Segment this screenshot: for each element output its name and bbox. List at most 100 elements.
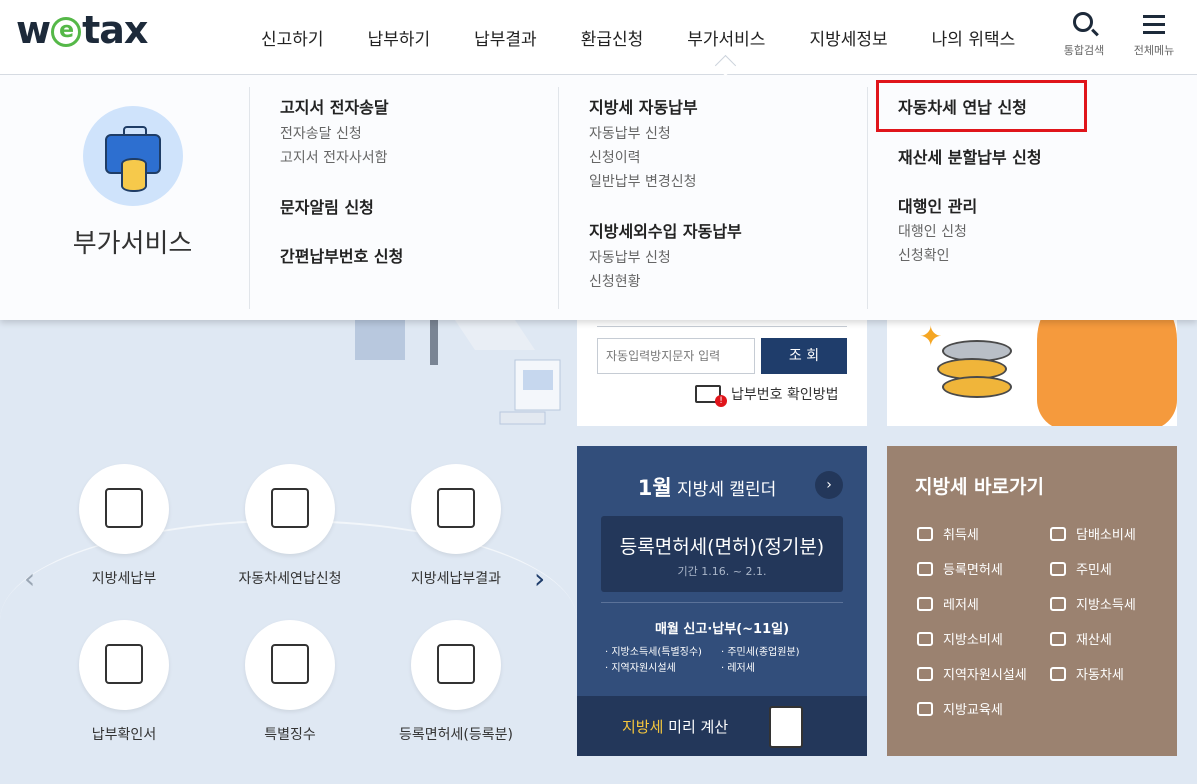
acquisition-icon <box>917 526 933 541</box>
logo-e-icon: e <box>51 17 82 47</box>
menu-car-tax-annual[interactable]: 자동차세 연납 신청 <box>898 94 1027 118</box>
bicycle-icon <box>917 596 933 611</box>
menu-agent-confirm[interactable]: 신청확인 <box>898 245 950 265</box>
shortcut-resource[interactable]: 지역자원시설세 <box>917 664 1027 683</box>
person-icon <box>1050 561 1066 576</box>
hero-illustration <box>345 320 567 435</box>
menu-agent-management[interactable]: 대행인 관리 <box>898 193 977 217</box>
mega-menu-dropdown: 부가서비스 고지서 전자송달 전자송달 신청 고지서 전자사서함 문자알림 신청… <box>0 75 1197 320</box>
mega-menu-title: 부가서비스 <box>72 229 193 259</box>
shortcut-leisure[interactable]: 레저세 <box>917 594 979 613</box>
service-label: 납부확인서 <box>91 727 157 743</box>
cigarette-icon <box>1050 526 1066 541</box>
service-car-tax-annual[interactable]: 자동차세연납신청 <box>205 464 375 588</box>
service-registration-tax[interactable]: 등록면허세(등록분) <box>371 620 541 744</box>
carousel-prev-button[interactable]: ‹ <box>24 562 35 595</box>
shortcut-education[interactable]: 지방교육세 <box>917 699 1003 718</box>
menu-e-delivery[interactable]: 고지서 전자송달 <box>280 94 389 118</box>
main-nav: 신고하기 납부하기 납부결과 환급신청 부가서비스 지방세정보 나의 위택스 <box>239 0 1037 75</box>
input-underline <box>597 326 847 327</box>
integrated-search-button[interactable]: 통합검색 <box>1056 10 1112 58</box>
list-item: · 지방소득세(특별징수) <box>605 647 702 658</box>
hand-receipt-icon <box>79 620 169 710</box>
shortcut-tobacco[interactable]: 담배소비세 <box>1050 524 1136 543</box>
shortcut-resident[interactable]: 주민세 <box>1050 559 1112 578</box>
menu-nontax-auto-pay[interactable]: 지방세외수입 자동납부 <box>589 218 742 242</box>
shortcut-label: 레저세 <box>943 598 979 613</box>
shortcut-label: 지방교육세 <box>943 703 1003 718</box>
menu-e-delivery-apply[interactable]: 전자송달 신청 <box>280 123 362 143</box>
nav-refund[interactable]: 환급신청 <box>559 25 666 50</box>
service-special-collection[interactable]: 특별징수 <box>205 620 375 744</box>
nav-payment-result[interactable]: 납부결과 <box>452 25 559 50</box>
shortcut-label: 지방소비세 <box>943 633 1003 648</box>
carousel-next-button[interactable]: › <box>534 562 545 595</box>
coin-icon <box>942 376 1012 398</box>
shortcut-income[interactable]: 지방소득세 <box>1050 594 1136 613</box>
shortcut-label: 재산세 <box>1076 633 1112 648</box>
menu-auto-pay-apply[interactable]: 자동납부 신청 <box>589 123 671 143</box>
shortcut-car[interactable]: 자동차세 <box>1050 664 1124 683</box>
all-menu-button[interactable]: 전체메뉴 <box>1126 10 1182 58</box>
menu-e-mailbox[interactable]: 고지서 전자사서함 <box>280 147 388 167</box>
menu-simple-payno[interactable]: 간편납부번호 신청 <box>280 243 403 267</box>
calendar-list-left: · 지방소득세(특별징수) · 지역자원시설세 <box>605 645 702 677</box>
lookup-button[interactable]: 조 회 <box>761 338 847 374</box>
service-local-tax-payment[interactable]: 지방세납부 <box>39 464 209 588</box>
mascot-character <box>1037 320 1177 426</box>
nav-local-tax-info[interactable]: 지방세정보 <box>787 25 909 50</box>
list-item: · 주민세(종업원분) <box>721 647 800 658</box>
payno-help-link[interactable]: 납부번호 확인방법 <box>695 384 839 407</box>
shortcut-label: 자동차세 <box>1076 668 1124 683</box>
phone-card-icon <box>79 464 169 554</box>
calendar-car-icon <box>245 464 335 554</box>
payno-help-label: 납부번호 확인방법 <box>731 387 839 403</box>
calendar-next-button[interactable]: › <box>815 471 843 499</box>
tax-shortcuts: 지방세 바로가기 취득세 등록면허세 레저세 지방소비세 지역자원시설세 지방교… <box>887 446 1177 756</box>
logo-text-w: w <box>16 8 51 52</box>
shortcut-label: 취득세 <box>943 528 979 543</box>
all-menu-label: 전체메뉴 <box>1133 44 1175 57</box>
hamburger-icon <box>1143 15 1165 18</box>
service-label: 특별징수 <box>264 727 316 743</box>
menu-auto-pay-history[interactable]: 신청이력 <box>589 147 641 167</box>
menu-auto-pay[interactable]: 지방세 자동납부 <box>589 94 698 118</box>
menu-agent-apply[interactable]: 대행인 신청 <box>898 221 967 241</box>
menu-general-pay-change[interactable]: 일반납부 변경신청 <box>589 171 697 191</box>
logo-text-tax: tax <box>82 8 148 52</box>
promo-banner[interactable]: ✦ <box>887 320 1177 426</box>
calendar-tax-name: 등록면허세(면허)(정기분) <box>619 536 825 558</box>
service-payment-result[interactable]: 지방세납부결과 <box>371 464 541 588</box>
nav-payment[interactable]: 납부하기 <box>346 25 453 50</box>
star-icon: ✦ <box>919 320 943 353</box>
list-item: · 레저세 <box>721 663 755 674</box>
shortcut-registration[interactable]: 등록면허세 <box>917 559 1003 578</box>
captcha-input[interactable]: 자동입력방지문자 입력 <box>597 338 755 374</box>
calc-highlight: 지방세 <box>622 718 664 736</box>
shortcut-acquisition[interactable]: 취득세 <box>917 524 979 543</box>
service-label: 등록면허세(등록분) <box>399 727 513 743</box>
shortcut-label: 등록면허세 <box>943 563 1003 578</box>
recycle-icon <box>917 666 933 681</box>
menu-sms-alert[interactable]: 문자알림 신청 <box>280 194 374 218</box>
calc-label: 미리 계산 <box>663 718 729 736</box>
shortcut-property[interactable]: 재산세 <box>1050 629 1112 648</box>
site-header: w e tax 신고하기 납부하기 납부결과 환급신청 부가서비스 지방세정보 나의… <box>0 0 1197 75</box>
shortcut-consumption[interactable]: 지방소비세 <box>917 629 1003 648</box>
tax-calculator-link[interactable]: 지방세 미리 계산 <box>577 696 867 756</box>
service-label: 지방세납부결과 <box>410 571 502 587</box>
nav-my-wetax[interactable]: 나의 위택스 <box>910 25 1038 50</box>
calendar-tax-box[interactable]: 등록면허세(면허)(정기분) 기간 1.16. ~ 2.1. <box>601 516 843 592</box>
menu-nontax-status[interactable]: 신청현황 <box>589 271 641 291</box>
wetax-logo[interactable]: w e tax <box>16 8 148 52</box>
nav-report[interactable]: 신고하기 <box>239 25 346 50</box>
nav-additional-services[interactable]: 부가서비스 <box>665 25 787 50</box>
service-payment-certificate[interactable]: 납부확인서 <box>39 620 209 744</box>
menu-property-installment[interactable]: 재산세 분할납부 신청 <box>898 144 1042 168</box>
tax-calendar: 1월 지방세 캘린더 › 등록면허세(면허)(정기분) 기간 1.16. ~ 2… <box>577 446 867 756</box>
menu-nontax-auto-pay-apply[interactable]: 자동납부 신청 <box>589 247 671 267</box>
calendar-title: 1월 지방세 캘린더 <box>577 472 837 502</box>
divider <box>601 602 843 603</box>
briefcase-coins-icon <box>83 106 183 206</box>
service-label: 자동차세연납신청 <box>238 571 342 587</box>
